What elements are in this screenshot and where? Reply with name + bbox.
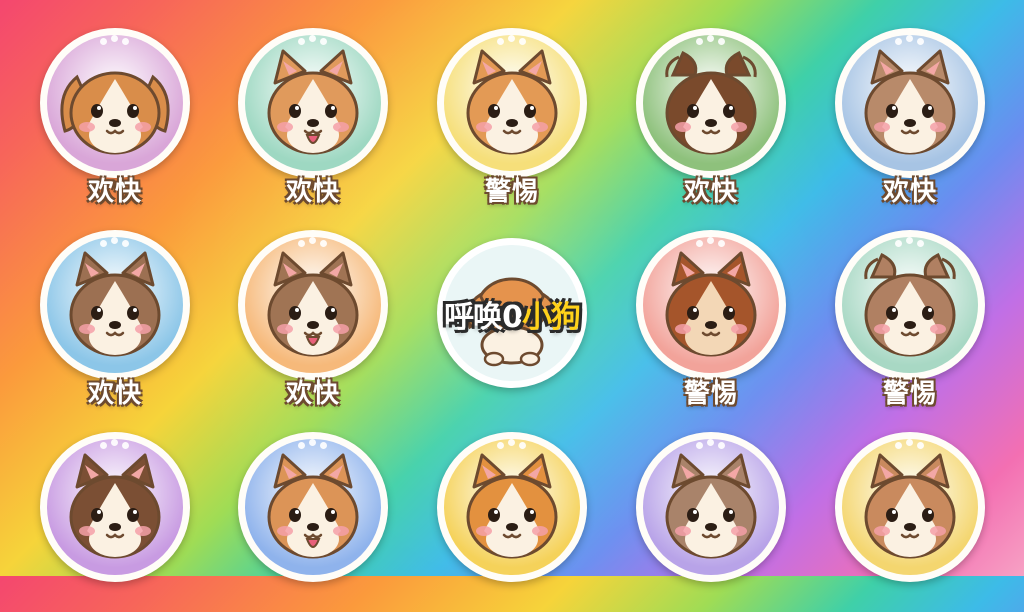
token-face bbox=[245, 237, 381, 373]
dog-face-icon bbox=[864, 252, 956, 357]
token-frame bbox=[437, 432, 587, 582]
token-face bbox=[842, 237, 978, 373]
dog-face-icon bbox=[466, 453, 558, 559]
game-title: 呼唤0小狗 bbox=[419, 292, 605, 336]
mood-label: 警惕 bbox=[484, 177, 539, 207]
dog-face-icon bbox=[267, 49, 359, 155]
token-frame bbox=[437, 28, 587, 178]
dog-token[interactable]: 欢快 bbox=[238, 28, 388, 208]
dog-token[interactable]: 警惕 bbox=[835, 230, 985, 410]
token-frame bbox=[238, 230, 388, 380]
mood-label: 欢快 bbox=[683, 177, 738, 207]
mood-label: 警惕 bbox=[683, 379, 738, 409]
dog-token[interactable]: 欢快 bbox=[835, 28, 985, 208]
dog-face-icon bbox=[665, 50, 757, 155]
dog-token[interactable]: 警惕 bbox=[636, 230, 786, 410]
token-face bbox=[842, 439, 978, 575]
dog-face-icon bbox=[665, 453, 757, 559]
token-frame bbox=[238, 28, 388, 178]
dog-face-icon bbox=[864, 49, 956, 155]
token-face bbox=[47, 35, 183, 171]
token-face bbox=[842, 35, 978, 171]
token-frame bbox=[636, 28, 786, 178]
dog-face-icon bbox=[69, 453, 161, 559]
token-pips bbox=[895, 237, 925, 249]
token-frame bbox=[40, 432, 190, 582]
mood-label: 警惕 bbox=[882, 379, 937, 409]
token-frame bbox=[238, 432, 388, 582]
token-face bbox=[245, 439, 381, 575]
mood-label: 欢快 bbox=[285, 379, 340, 409]
token-frame bbox=[835, 432, 985, 582]
token-pips bbox=[497, 35, 527, 47]
dog-face-icon bbox=[665, 251, 757, 357]
title-part2: 小狗 bbox=[521, 300, 581, 335]
token-pips bbox=[100, 35, 130, 47]
title-part1: 呼唤 bbox=[444, 300, 503, 335]
token-pips bbox=[696, 237, 726, 249]
mood-label: 欢快 bbox=[87, 379, 142, 409]
dog-token[interactable]: 欢快 bbox=[40, 230, 190, 410]
token-frame bbox=[40, 28, 190, 178]
token-frame bbox=[636, 432, 786, 582]
token-face bbox=[643, 237, 779, 373]
token-face bbox=[643, 35, 779, 171]
token-face bbox=[444, 35, 580, 171]
dog-token[interactable] bbox=[437, 432, 587, 612]
token-pips bbox=[895, 35, 925, 47]
mood-label: 欢快 bbox=[882, 177, 937, 207]
dog-face-icon bbox=[60, 71, 170, 155]
token-pips bbox=[696, 35, 726, 47]
token-pips bbox=[895, 439, 925, 451]
token-frame bbox=[40, 230, 190, 380]
dog-face-icon bbox=[267, 251, 359, 357]
dog-token[interactable]: 欢快 bbox=[636, 28, 786, 208]
dog-token[interactable] bbox=[835, 432, 985, 612]
dog-face-icon bbox=[267, 453, 359, 559]
dog-token[interactable]: 警惕 bbox=[437, 28, 587, 208]
token-pips bbox=[497, 439, 527, 451]
dog-token[interactable]: 欢快 bbox=[238, 230, 388, 410]
dog-face-icon bbox=[864, 453, 956, 559]
token-face bbox=[47, 237, 183, 373]
mood-label: 欢快 bbox=[87, 177, 142, 207]
token-pips bbox=[696, 439, 726, 451]
title-mark: 0 bbox=[502, 300, 523, 335]
dog-token[interactable] bbox=[238, 432, 388, 612]
token-frame bbox=[835, 28, 985, 178]
dog-face-icon bbox=[466, 49, 558, 155]
summon-puppy-button[interactable]: 呼唤0小狗 bbox=[437, 238, 587, 388]
token-face bbox=[245, 35, 381, 171]
token-face bbox=[444, 439, 580, 575]
dog-face-icon bbox=[69, 251, 161, 357]
token-pips bbox=[298, 237, 328, 249]
mood-label: 欢快 bbox=[285, 177, 340, 207]
token-frame bbox=[636, 230, 786, 380]
token-face bbox=[47, 439, 183, 575]
token-pips bbox=[298, 439, 328, 451]
dog-token[interactable] bbox=[40, 432, 190, 612]
token-pips bbox=[298, 35, 328, 47]
dog-token[interactable] bbox=[636, 432, 786, 612]
token-frame bbox=[835, 230, 985, 380]
dog-token[interactable]: 欢快 bbox=[40, 28, 190, 208]
token-face bbox=[643, 439, 779, 575]
token-pips bbox=[100, 439, 130, 451]
token-pips bbox=[100, 237, 130, 249]
